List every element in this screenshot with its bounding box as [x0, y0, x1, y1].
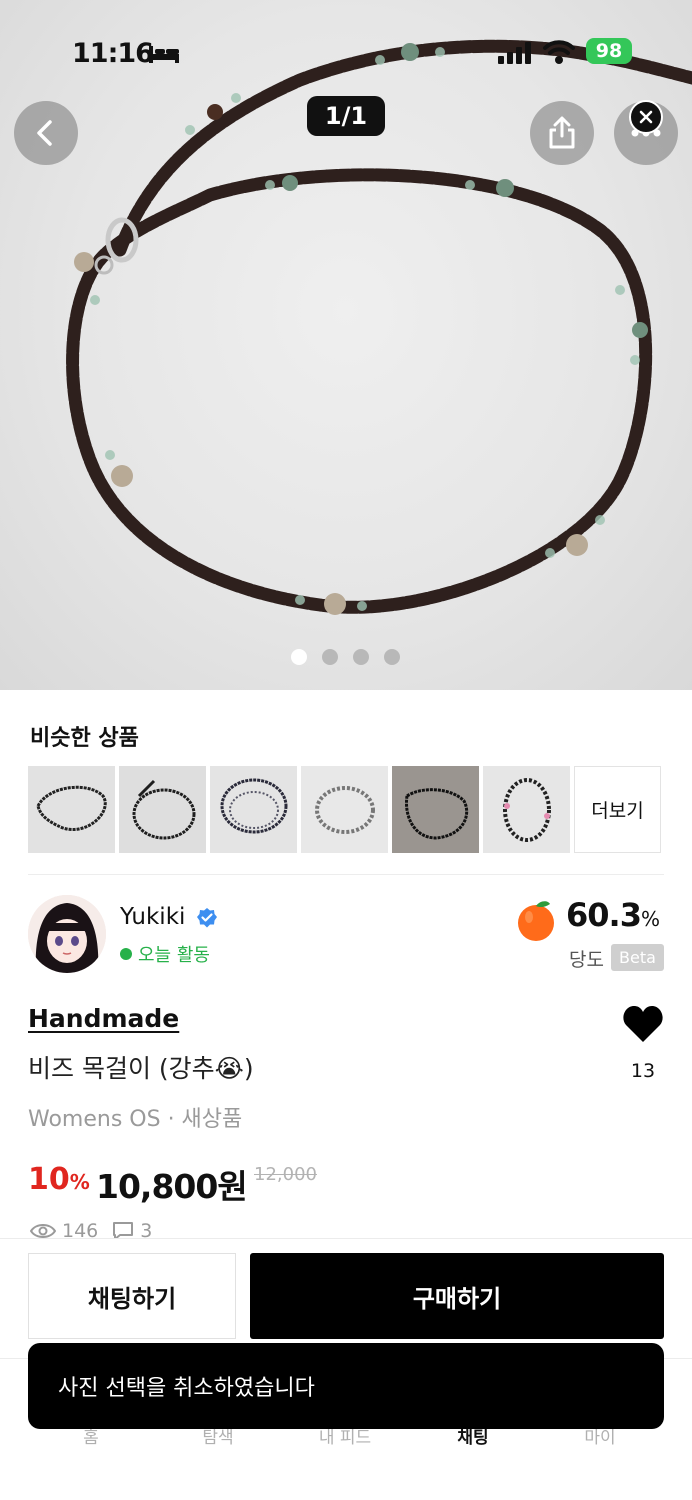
- cellular-signal-icon: [498, 42, 531, 64]
- gallery-dot[interactable]: [291, 649, 307, 665]
- product-title: 비즈 목걸이 (강추😭): [28, 1054, 254, 1083]
- seller-score: 60.3%: [566, 896, 660, 934]
- original-price: 12,000: [254, 1164, 317, 1185]
- share-icon: [549, 116, 575, 149]
- divider: [28, 874, 664, 875]
- product-thumbnail-image: [119, 766, 206, 853]
- gallery-dot[interactable]: [353, 649, 369, 665]
- verified-badge-icon: [197, 908, 217, 928]
- close-badge-button[interactable]: [629, 100, 663, 134]
- discount-rate: 10%: [28, 1162, 90, 1197]
- like-heart-icon[interactable]: [622, 1004, 664, 1044]
- product-thumbnail-image: [28, 766, 115, 853]
- avatar-image: [28, 895, 106, 973]
- similar-products-title: 비슷한 상품: [30, 726, 139, 751]
- back-button[interactable]: [14, 101, 78, 165]
- status-time: 11:16: [72, 38, 154, 69]
- product-meta: Womens OS · 새상품: [28, 1107, 243, 1132]
- similar-product-thumb[interactable]: [119, 766, 206, 853]
- gallery-dot[interactable]: [322, 649, 338, 665]
- buy-button[interactable]: 구매하기: [250, 1253, 664, 1339]
- product-photo[interactable]: 11:16 98 1/1: [0, 0, 692, 690]
- chevron-left-icon: [37, 120, 52, 146]
- similar-product-thumb[interactable]: [210, 766, 297, 853]
- online-dot-icon: [120, 948, 132, 960]
- close-icon: [639, 110, 653, 124]
- sale-price: 10,800원: [96, 1167, 248, 1206]
- brand-link[interactable]: Handmade: [28, 1004, 179, 1033]
- toast-message: 사진 선택을 취소하였습니다: [28, 1343, 664, 1429]
- gallery-dot[interactable]: [384, 649, 400, 665]
- like-count: 13: [630, 1060, 656, 1082]
- product-thumbnail-image: [392, 766, 479, 853]
- battery-indicator: 98: [586, 38, 632, 64]
- image-counter: 1/1: [307, 96, 385, 136]
- seller-activity: 오늘 활동: [120, 941, 210, 967]
- similar-more-button[interactable]: 더보기: [574, 766, 661, 853]
- product-thumbnail-image: [210, 766, 297, 853]
- peach-icon: [518, 901, 554, 941]
- sleep-focus-icon: [149, 46, 179, 63]
- product-thumbnail-image: [483, 766, 570, 853]
- score-label: 당도: [569, 949, 604, 971]
- share-button[interactable]: [530, 101, 594, 165]
- similar-products-list: 더보기: [28, 766, 661, 853]
- seller-avatar[interactable]: [28, 895, 106, 973]
- similar-product-thumb[interactable]: [483, 766, 570, 853]
- similar-product-thumb[interactable]: [392, 766, 479, 853]
- similar-product-thumb[interactable]: [301, 766, 388, 853]
- product-thumbnail-image: [301, 766, 388, 853]
- seller-name[interactable]: Yukiki: [120, 904, 185, 930]
- chat-button[interactable]: 채팅하기: [28, 1253, 236, 1339]
- similar-product-thumb[interactable]: [28, 766, 115, 853]
- purchase-action-bar: 채팅하기 구매하기: [0, 1238, 692, 1358]
- wifi-icon: [543, 40, 575, 64]
- beta-badge: Beta: [611, 944, 664, 971]
- status-bar: 11:16 98: [0, 36, 692, 70]
- gallery-dots: [291, 649, 400, 665]
